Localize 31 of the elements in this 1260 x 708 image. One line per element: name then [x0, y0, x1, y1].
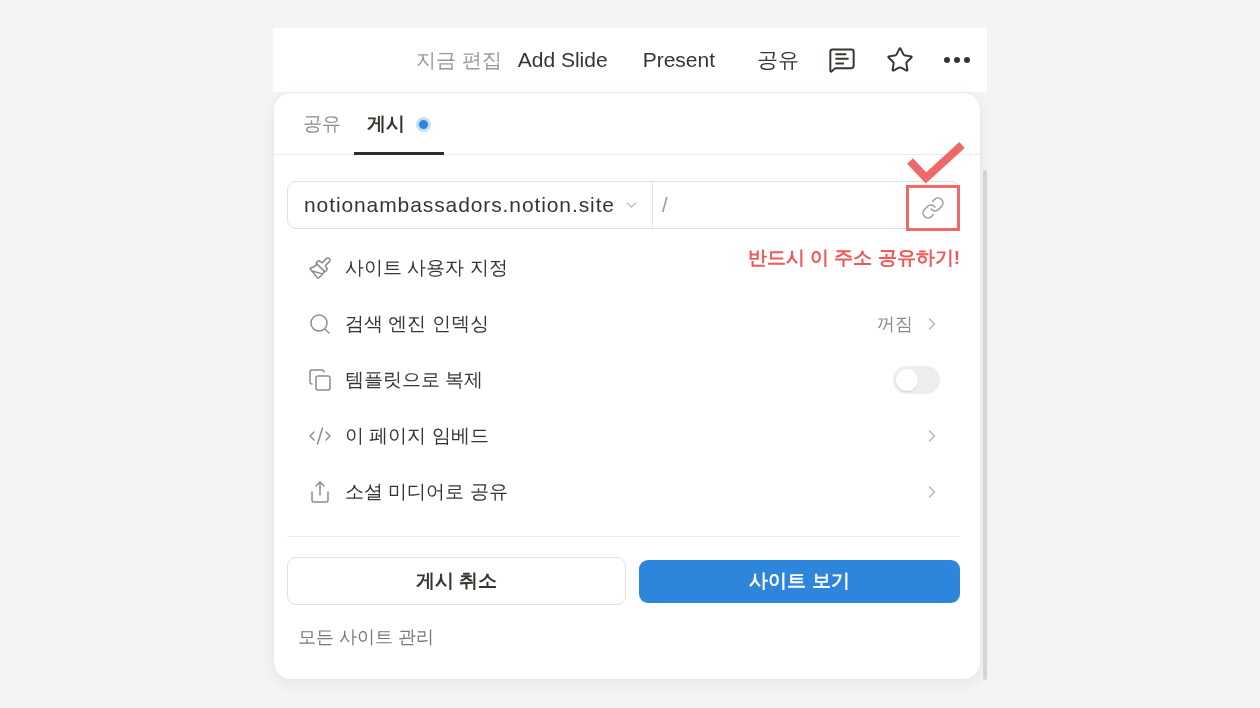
- comment-icon: [828, 46, 856, 74]
- edit-status: 지금 편집: [416, 47, 502, 73]
- toolbar-button[interactable]: Add Slide: [514, 44, 611, 76]
- annotation-text: 반드시 이 주소 공유하기!: [747, 246, 960, 270]
- star-icon: [886, 46, 914, 74]
- domain-select[interactable]: notionambassadors.notion.site: [288, 182, 652, 228]
- primary-button[interactable]: 사이트 보기: [639, 559, 960, 603]
- more-button[interactable]: [944, 57, 970, 63]
- share-icon: [308, 480, 332, 504]
- menu-item[interactable]: 템플릿으로 복제: [345, 367, 484, 393]
- comment-button[interactable]: [828, 46, 856, 74]
- menu-item[interactable]: 사이트 사용자 지정: [345, 255, 508, 281]
- menu-item[interactable]: 소셜 미디어로 공유: [345, 479, 508, 505]
- search-icon: [308, 312, 332, 336]
- tab[interactable]: 게시: [354, 93, 444, 155]
- manage-sites-link[interactable]: 모든 사이트 관리: [298, 625, 434, 649]
- more-icon: [944, 57, 970, 63]
- code-icon: [308, 424, 332, 448]
- favorite-button[interactable]: [886, 46, 914, 74]
- paintbrush-icon: [308, 256, 332, 280]
- copy-icon: [308, 368, 332, 392]
- row-value: 꺼짐: [877, 313, 913, 336]
- toolbar-button[interactable]: Present: [639, 44, 718, 76]
- secondary-button[interactable]: 게시 취소: [287, 557, 626, 605]
- menu-item[interactable]: 이 페이지 임베드: [345, 423, 489, 449]
- toggle-switch[interactable]: [893, 366, 940, 394]
- checkmark-icon: [906, 141, 966, 185]
- copy-link-button[interactable]: [921, 196, 945, 220]
- link-icon: [921, 196, 945, 220]
- menu-item[interactable]: 검색 엔진 인덱싱: [345, 311, 489, 337]
- toolbar-button[interactable]: 공유: [754, 42, 802, 78]
